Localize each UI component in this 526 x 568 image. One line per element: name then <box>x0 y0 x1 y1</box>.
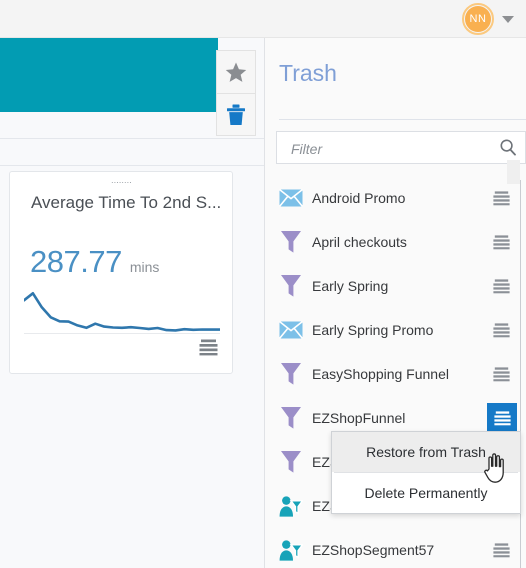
divider <box>0 165 265 166</box>
menu-item-restore-from-trash[interactable]: Restore from Trash <box>332 432 520 472</box>
trash-item-label: EZShopSegment57 <box>312 542 435 558</box>
card-title: Average Time To 2nd S... <box>31 193 222 212</box>
scrollbar-thumb[interactable] <box>507 160 520 184</box>
card-value: 287.77 <box>30 244 122 279</box>
segment-icon <box>279 538 303 562</box>
title-rule <box>279 119 526 120</box>
trash-item-label: EZShopFunnel <box>312 410 406 426</box>
trash-list-item[interactable]: EZShopSegment57 <box>265 528 526 568</box>
trash-item-label: EasyShopping Funnel <box>312 366 449 382</box>
hamburger-menu-icon <box>492 366 510 381</box>
drag-dots-icon[interactable] <box>111 181 131 184</box>
envelope-icon <box>279 321 303 339</box>
action-icon-stack <box>216 50 256 136</box>
hamburger-menu-icon <box>492 190 510 205</box>
hamburger-menu-icon <box>492 234 510 249</box>
trash-list-item[interactable]: Early Spring Promo <box>265 308 526 352</box>
avatar[interactable]: NN <box>462 3 494 35</box>
funnel-icon <box>279 406 303 430</box>
trash-item-menu-button[interactable] <box>490 187 512 209</box>
metric-card[interactable]: Average Time To 2nd S... 287.77 mins <box>9 171 233 374</box>
trash-button[interactable] <box>217 93 255 135</box>
funnel-icon <box>279 274 303 298</box>
trash-icon <box>227 104 245 125</box>
funnel-icon <box>279 230 303 254</box>
page-title: Trash <box>279 60 337 86</box>
card-value-row: 287.77 mins <box>30 244 159 280</box>
chevron-down-icon[interactable] <box>502 16 514 23</box>
envelope-icon <box>279 186 303 210</box>
menu-item-delete-permanently[interactable]: Delete Permanently <box>332 473 520 513</box>
trash-item-menu-button[interactable] <box>490 319 512 341</box>
funnel-icon <box>281 407 301 429</box>
search-icon[interactable] <box>500 139 516 161</box>
funnel-icon <box>281 363 301 385</box>
sparkline-chart <box>24 292 220 334</box>
funnel-icon <box>281 275 301 297</box>
funnel-icon <box>279 362 303 386</box>
funnel-icon <box>281 451 301 473</box>
hamburger-menu-icon <box>492 278 510 293</box>
segment-icon <box>279 494 303 518</box>
envelope-icon <box>279 318 303 342</box>
divider <box>0 138 265 139</box>
trash-item-menu-button[interactable] <box>490 539 512 561</box>
envelope-icon <box>279 189 303 207</box>
trash-item-label: Early Spring Promo <box>312 322 434 338</box>
star-icon <box>225 62 247 82</box>
trash-item-menu-button[interactable] <box>487 403 517 433</box>
hamburger-menu-icon <box>492 322 510 337</box>
dashboard-pane: Average Time To 2nd S... 287.77 mins <box>0 38 265 568</box>
hamburger-menu-icon <box>493 410 511 425</box>
teal-banner <box>0 38 218 112</box>
trash-item-menu-button[interactable] <box>490 275 512 297</box>
card-unit: mins <box>129 259 160 275</box>
trash-list-item[interactable]: April checkouts <box>265 220 526 264</box>
segment-icon <box>279 539 303 561</box>
top-bar: NN <box>0 0 526 38</box>
funnel-icon <box>279 450 303 474</box>
hamburger-menu-icon <box>492 542 510 557</box>
trash-item-label: April checkouts <box>312 234 407 250</box>
trash-list-item[interactable]: EasyShopping Funnel <box>265 352 526 396</box>
avatar-initials: NN <box>465 6 491 32</box>
trash-item-label: Early Spring <box>312 278 389 294</box>
trash-list-item[interactable]: Early Spring <box>265 264 526 308</box>
search-input[interactable] <box>289 132 493 165</box>
trash-list-item[interactable]: Android Promo <box>265 176 526 220</box>
hamburger-menu-icon <box>199 339 218 356</box>
funnel-icon <box>281 231 301 253</box>
favorite-button[interactable] <box>217 51 255 93</box>
segment-icon <box>279 495 303 517</box>
trash-item-menu-button[interactable] <box>490 363 512 385</box>
trash-item-label: Android Promo <box>312 190 406 206</box>
trash-item-menu-button[interactable] <box>490 231 512 253</box>
filter-box[interactable] <box>276 131 526 165</box>
card-menu-button[interactable] <box>199 339 218 361</box>
context-menu: Restore from Trash Delete Permanently <box>331 431 521 514</box>
